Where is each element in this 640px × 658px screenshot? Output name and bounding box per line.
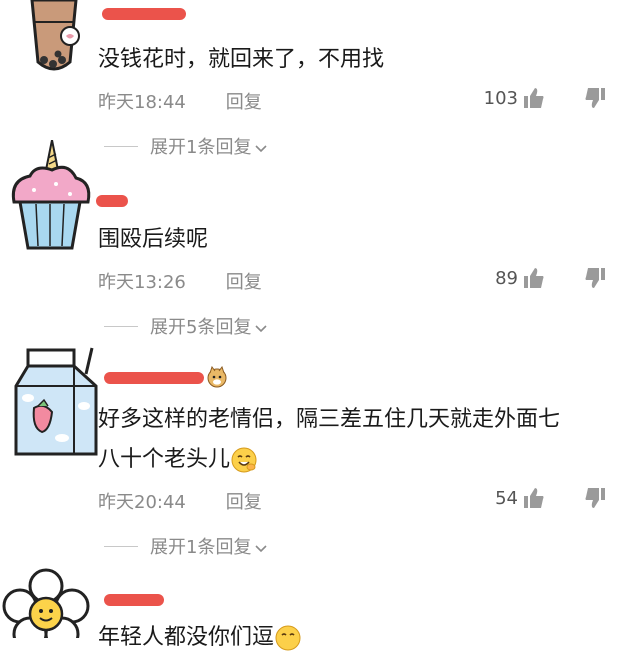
redacted-username[interactable] — [104, 594, 164, 606]
comment-item: 年轻人都没你们逗 — [0, 0, 640, 651]
laughing-emoji-icon — [275, 625, 301, 651]
comment-text: 年轻人都没你们逗 — [98, 618, 302, 658]
flower-face-avatar[interactable] — [0, 566, 92, 638]
